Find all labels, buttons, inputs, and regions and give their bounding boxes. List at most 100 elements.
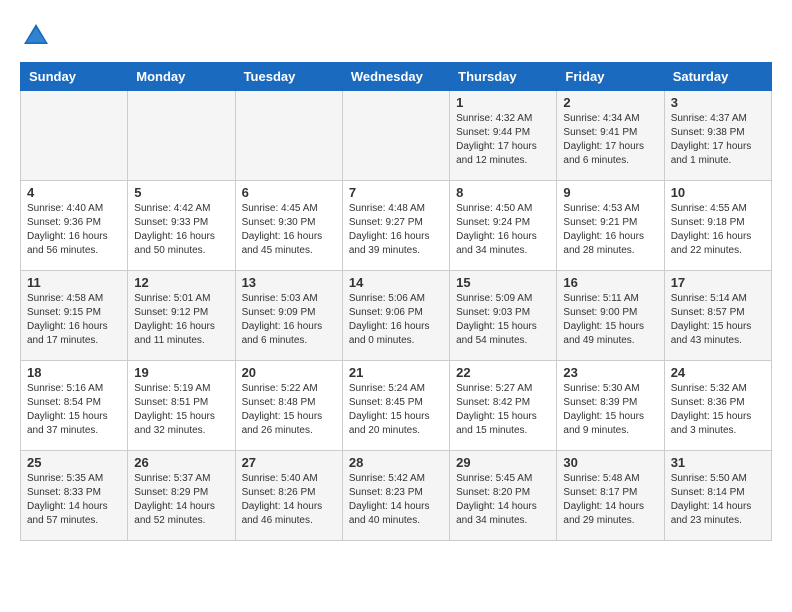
weekday-header: Wednesday	[342, 63, 449, 91]
day-number: 31	[671, 455, 765, 470]
calendar-cell	[342, 91, 449, 181]
day-number: 12	[134, 275, 228, 290]
day-info: Sunrise: 4:45 AM Sunset: 9:30 PM Dayligh…	[242, 202, 336, 258]
calendar-cell: 9 Sunrise: 4:53 AM Sunset: 9:21 PM Daylig…	[557, 181, 664, 271]
day-number: 2	[563, 95, 657, 110]
day-number: 4	[27, 185, 121, 200]
calendar-week: 11 Sunrise: 4:58 AM Sunset: 9:15 PM Dayli…	[21, 271, 772, 361]
day-info: Sunrise: 5:22 AM Sunset: 8:48 PM Dayligh…	[242, 382, 336, 438]
day-info: Sunrise: 4:32 AM Sunset: 9:44 PM Dayligh…	[456, 112, 550, 168]
day-number: 23	[563, 365, 657, 380]
calendar-week: 18 Sunrise: 5:16 AM Sunset: 8:54 PM Dayli…	[21, 361, 772, 451]
calendar-cell	[128, 91, 235, 181]
calendar-cell: 5Sunrise: 4:42 AM Sunset: 9:33 PM Daylig…	[128, 181, 235, 271]
day-info: Sunrise: 5:32 AM Sunset: 8:36 PM Dayligh…	[671, 382, 765, 438]
calendar-week: 1 Sunrise: 4:32 AM Sunset: 9:44 PM Daylig…	[21, 91, 772, 181]
calendar-cell: 6 Sunrise: 4:45 AM Sunset: 9:30 PM Daylig…	[235, 181, 342, 271]
weekday-header: Sunday	[21, 63, 128, 91]
day-number: 25	[27, 455, 121, 470]
calendar-cell: 19 Sunrise: 5:19 AM Sunset: 8:51 PM Dayli…	[128, 361, 235, 451]
calendar-cell: 23 Sunrise: 5:30 AM Sunset: 8:39 PM Dayli…	[557, 361, 664, 451]
calendar-cell: 2 Sunrise: 4:34 AM Sunset: 9:41 PM Daylig…	[557, 91, 664, 181]
calendar-body: 1 Sunrise: 4:32 AM Sunset: 9:44 PM Daylig…	[21, 91, 772, 541]
day-info: Sunrise: 5:37 AM Sunset: 8:29 PM Dayligh…	[134, 472, 228, 528]
day-info: Sunrise: 4:40 AM Sunset: 9:36 PM Dayligh…	[27, 202, 121, 258]
day-info: Sunrise: 4:50 AM Sunset: 9:24 PM Dayligh…	[456, 202, 550, 258]
day-info: Sunrise: 5:01 AM Sunset: 9:12 PM Dayligh…	[134, 292, 228, 348]
day-info: Sunrise: 4:37 AM Sunset: 9:38 PM Dayligh…	[671, 112, 765, 168]
day-number: 30	[563, 455, 657, 470]
day-number: 1	[456, 95, 550, 110]
weekday-header: Tuesday	[235, 63, 342, 91]
calendar-cell: 15Sunrise: 5:09 AM Sunset: 9:03 PM Dayli…	[450, 271, 557, 361]
calendar-cell: 24 Sunrise: 5:32 AM Sunset: 8:36 PM Dayli…	[664, 361, 771, 451]
day-info: Sunrise: 5:30 AM Sunset: 8:39 PM Dayligh…	[563, 382, 657, 438]
calendar-cell	[21, 91, 128, 181]
day-info: Sunrise: 5:24 AM Sunset: 8:45 PM Dayligh…	[349, 382, 443, 438]
day-number: 14	[349, 275, 443, 290]
calendar-cell: 21Sunrise: 5:24 AM Sunset: 8:45 PM Dayli…	[342, 361, 449, 451]
day-info: Sunrise: 5:19 AM Sunset: 8:51 PM Dayligh…	[134, 382, 228, 438]
day-info: Sunrise: 4:58 AM Sunset: 9:15 PM Dayligh…	[27, 292, 121, 348]
weekday-header: Saturday	[664, 63, 771, 91]
calendar-cell: 13 Sunrise: 5:03 AM Sunset: 9:09 PM Dayli…	[235, 271, 342, 361]
day-info: Sunrise: 5:03 AM Sunset: 9:09 PM Dayligh…	[242, 292, 336, 348]
day-number: 17	[671, 275, 765, 290]
day-number: 5	[134, 185, 228, 200]
day-number: 29	[456, 455, 550, 470]
day-number: 28	[349, 455, 443, 470]
day-number: 10	[671, 185, 765, 200]
day-info: Sunrise: 5:11 AM Sunset: 9:00 PM Dayligh…	[563, 292, 657, 348]
logo	[20, 20, 58, 52]
day-number: 9	[563, 185, 657, 200]
calendar-cell: 25 Sunrise: 5:35 AM Sunset: 8:33 PM Dayli…	[21, 451, 128, 541]
calendar-cell: 3 Sunrise: 4:37 AM Sunset: 9:38 PM Daylig…	[664, 91, 771, 181]
weekday-header: Monday	[128, 63, 235, 91]
calendar-cell: 29 Sunrise: 5:45 AM Sunset: 8:20 PM Dayli…	[450, 451, 557, 541]
calendar-cell: 31Sunrise: 5:50 AM Sunset: 8:14 PM Dayli…	[664, 451, 771, 541]
day-info: Sunrise: 5:40 AM Sunset: 8:26 PM Dayligh…	[242, 472, 336, 528]
logo-icon	[20, 20, 52, 52]
day-number: 15	[456, 275, 550, 290]
calendar-cell: 18 Sunrise: 5:16 AM Sunset: 8:54 PM Dayli…	[21, 361, 128, 451]
calendar-cell: 22 Sunrise: 5:27 AM Sunset: 8:42 PM Dayli…	[450, 361, 557, 451]
calendar-cell: 20Sunrise: 5:22 AM Sunset: 8:48 PM Dayli…	[235, 361, 342, 451]
day-number: 13	[242, 275, 336, 290]
calendar-cell: 17 Sunrise: 5:14 AM Sunset: 8:57 PM Dayli…	[664, 271, 771, 361]
day-info: Sunrise: 4:48 AM Sunset: 9:27 PM Dayligh…	[349, 202, 443, 258]
calendar-cell: 14Sunrise: 5:06 AM Sunset: 9:06 PM Dayli…	[342, 271, 449, 361]
calendar-cell: 11 Sunrise: 4:58 AM Sunset: 9:15 PM Dayli…	[21, 271, 128, 361]
day-info: Sunrise: 4:34 AM Sunset: 9:41 PM Dayligh…	[563, 112, 657, 168]
day-info: Sunrise: 5:14 AM Sunset: 8:57 PM Dayligh…	[671, 292, 765, 348]
calendar-header: SundayMondayTuesdayWednesdayThursdayFrid…	[21, 63, 772, 91]
day-number: 19	[134, 365, 228, 380]
day-number: 11	[27, 275, 121, 290]
calendar-week: 25 Sunrise: 5:35 AM Sunset: 8:33 PM Dayli…	[21, 451, 772, 541]
day-info: Sunrise: 5:16 AM Sunset: 8:54 PM Dayligh…	[27, 382, 121, 438]
calendar-cell: 12 Sunrise: 5:01 AM Sunset: 9:12 PM Dayli…	[128, 271, 235, 361]
day-number: 22	[456, 365, 550, 380]
day-info: Sunrise: 5:35 AM Sunset: 8:33 PM Dayligh…	[27, 472, 121, 528]
calendar-cell: 28 Sunrise: 5:42 AM Sunset: 8:23 PM Dayli…	[342, 451, 449, 541]
weekday-header: Thursday	[450, 63, 557, 91]
calendar-cell: 26Sunrise: 5:37 AM Sunset: 8:29 PM Dayli…	[128, 451, 235, 541]
calendar-table: SundayMondayTuesdayWednesdayThursdayFrid…	[20, 62, 772, 541]
day-info: Sunrise: 5:42 AM Sunset: 8:23 PM Dayligh…	[349, 472, 443, 528]
day-info: Sunrise: 4:55 AM Sunset: 9:18 PM Dayligh…	[671, 202, 765, 258]
day-info: Sunrise: 5:48 AM Sunset: 8:17 PM Dayligh…	[563, 472, 657, 528]
day-number: 18	[27, 365, 121, 380]
day-info: Sunrise: 4:53 AM Sunset: 9:21 PM Dayligh…	[563, 202, 657, 258]
day-number: 16	[563, 275, 657, 290]
day-info: Sunrise: 5:27 AM Sunset: 8:42 PM Dayligh…	[456, 382, 550, 438]
page-header	[20, 20, 772, 52]
calendar-cell: 1 Sunrise: 4:32 AM Sunset: 9:44 PM Daylig…	[450, 91, 557, 181]
day-info: Sunrise: 5:45 AM Sunset: 8:20 PM Dayligh…	[456, 472, 550, 528]
day-number: 7	[349, 185, 443, 200]
day-number: 3	[671, 95, 765, 110]
calendar-cell: 30 Sunrise: 5:48 AM Sunset: 8:17 PM Dayli…	[557, 451, 664, 541]
day-number: 6	[242, 185, 336, 200]
calendar-cell	[235, 91, 342, 181]
day-number: 24	[671, 365, 765, 380]
calendar-cell: 8Sunrise: 4:50 AM Sunset: 9:24 PM Daylig…	[450, 181, 557, 271]
calendar-cell: 27Sunrise: 5:40 AM Sunset: 8:26 PM Dayli…	[235, 451, 342, 541]
